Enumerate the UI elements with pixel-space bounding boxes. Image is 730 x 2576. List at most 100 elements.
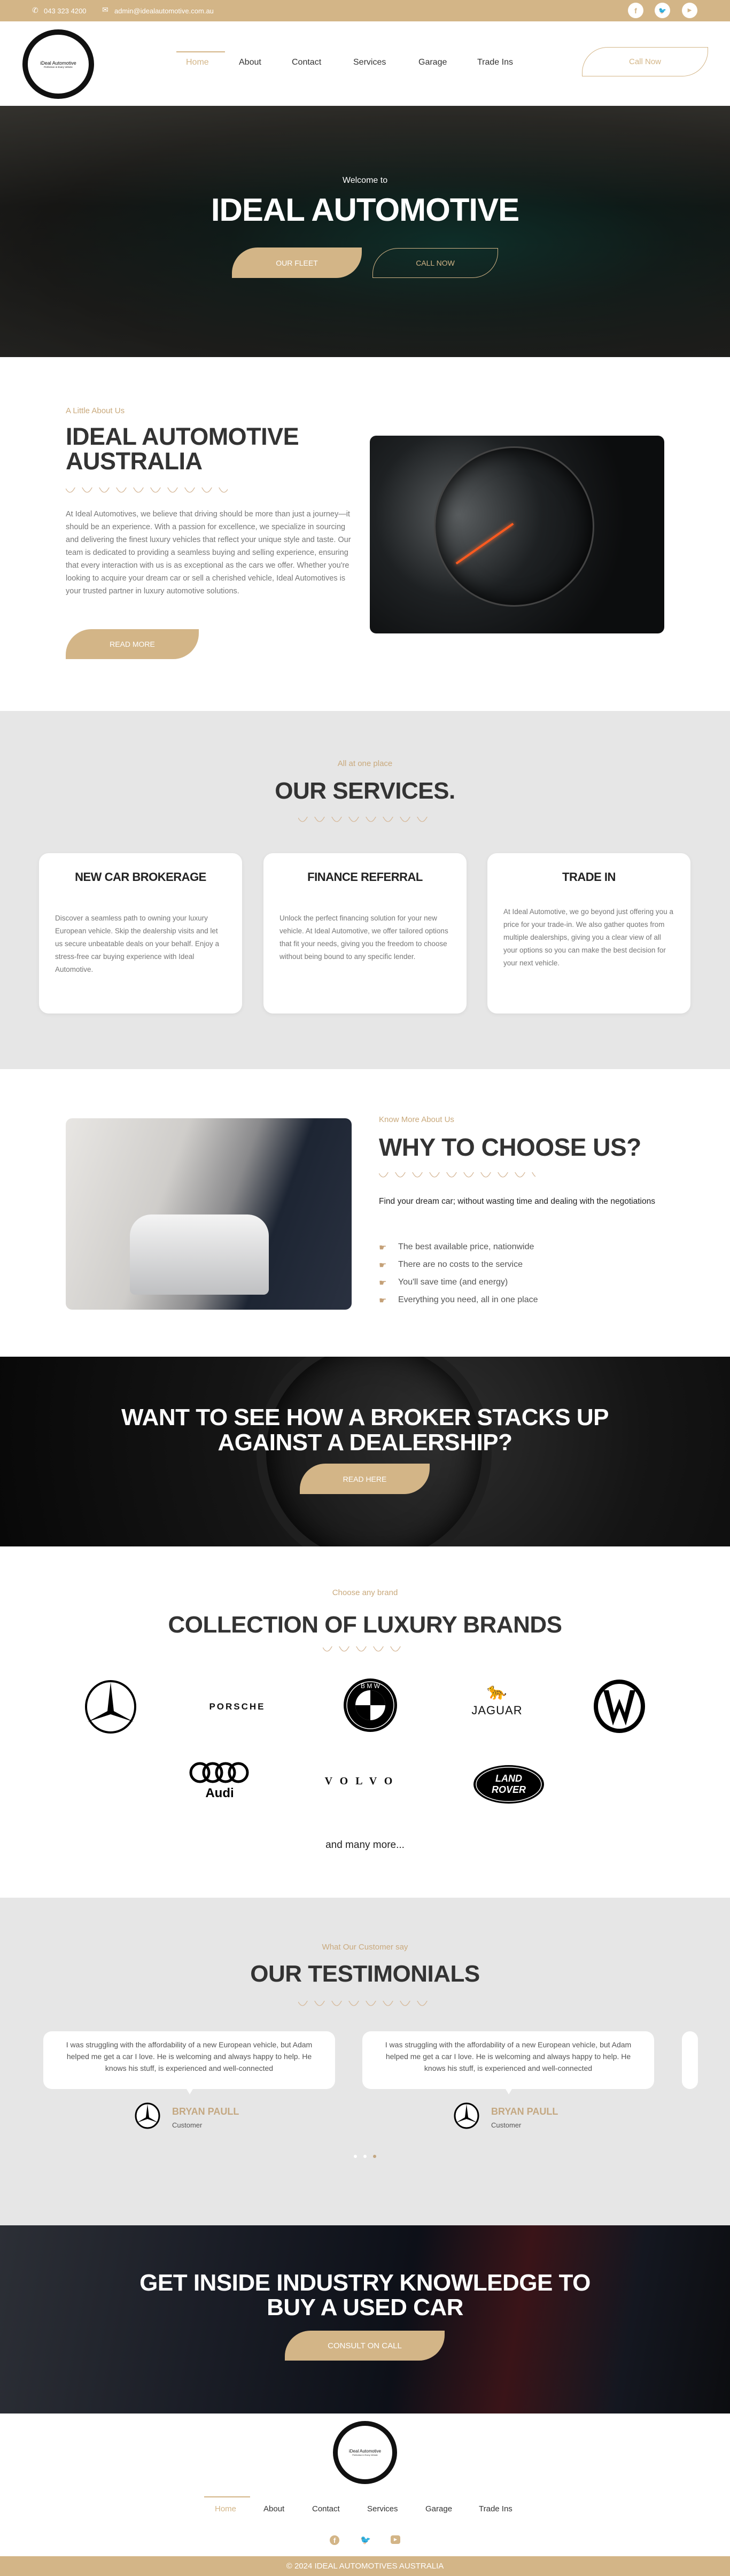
why-section: Know More About Us WHY TO CHOOSE US? Fin…: [0, 1069, 730, 1357]
copyright-bar: © 2024 IDEAL AUTOMOTIVES AUSTRALIA: [0, 2556, 730, 2576]
about-body: At Ideal Automotives, we believe that dr…: [66, 510, 351, 595]
footer-nav-trade-ins[interactable]: Trade Ins: [479, 2504, 512, 2513]
audi-text: Audi: [205, 1786, 234, 1800]
testimonial-text: I was struggling with the affordability …: [385, 2040, 632, 2072]
logo-name: iDeal Automotive: [348, 2449, 382, 2454]
service-text: Discover a seamless path to owning your …: [55, 914, 219, 973]
service-card[interactable]: TRADE IN At Ideal Automotive, we go beyo…: [487, 853, 690, 1014]
speedometer-image: [370, 436, 664, 633]
about-title-line2: AUSTRALIA: [66, 447, 203, 475]
testimonials-title: OUR TESTIMONIALS: [250, 1961, 480, 1987]
facebook-icon[interactable]: f: [330, 2535, 339, 2545]
carousel-dot[interactable]: [354, 2155, 357, 2158]
service-card[interactable]: FINANCE REFERRAL Unlock the perfect fina…: [263, 853, 467, 1014]
testimonial-name: BRYAN PAULL: [172, 2106, 239, 2117]
call-now-hero-button[interactable]: CALL NOW: [372, 248, 498, 278]
jaguar-text: JAGUAR: [471, 1704, 523, 1717]
read-here-button[interactable]: READ HERE: [300, 1464, 430, 1494]
used-car-banner: GET INSIDE INDUSTRY KNOWLEDGE TO BUY A U…: [0, 2225, 730, 2413]
broker-banner: WANT TO SEE HOW A BROKER STACKS UP AGAIN…: [0, 1357, 730, 1546]
carousel-dot[interactable]: [363, 2155, 367, 2158]
facebook-icon[interactable]: f: [628, 3, 643, 18]
volvo-logo[interactable]: VOLVO: [309, 1775, 416, 1788]
handshake-image: [66, 1118, 352, 1310]
phone-link[interactable]: 043 323 4200: [44, 7, 87, 15]
why-label: Know More About Us: [379, 1115, 454, 1124]
youtube-icon[interactable]: ▶: [391, 2535, 400, 2544]
our-fleet-button[interactable]: OUR FLEET: [232, 247, 362, 278]
youtube-icon[interactable]: ▶: [682, 3, 697, 18]
service-title: FINANCE REFERRAL: [307, 870, 423, 884]
volkswagen-logo[interactable]: [592, 1677, 647, 1735]
email-link[interactable]: admin@idealautomotive.com.au: [114, 7, 214, 15]
testimonials-label: What Our Customer say: [322, 1943, 408, 1952]
hero-overlay: [0, 106, 730, 357]
footer: iDeal Automotive Perfection in Every Veh…: [0, 2413, 730, 2556]
land-rover-logo[interactable]: LANDROVER: [472, 1764, 545, 1805]
footer-nav-home[interactable]: Home: [215, 2504, 236, 2513]
why-point: ☛ There are no costs to the service: [379, 1260, 523, 1270]
why-point-text: There are no costs to the service: [398, 1260, 523, 1269]
wave-divider: [298, 2001, 428, 2006]
call-now-button[interactable]: Call Now: [582, 47, 708, 76]
phone-icon: ✆: [32, 6, 38, 14]
about-title: IDEAL AUTOMOTIVE AUSTRALIA: [66, 424, 299, 474]
twitter-icon[interactable]: 🐦: [360, 2535, 371, 2546]
logo[interactable]: iDeal Automotive Perfection in Every Veh…: [22, 29, 94, 99]
footer-nav-contact[interactable]: Contact: [312, 2504, 340, 2513]
nav-garage[interactable]: Garage: [418, 58, 447, 67]
consult-on-call-button[interactable]: CONSULT ON CALL: [285, 2331, 445, 2361]
about-section: A Little About Us IDEAL AUTOMOTIVE AUSTR…: [0, 357, 730, 711]
why-point: ☛ The best available price, nationwide: [379, 1242, 534, 1252]
active-underline: [204, 2496, 250, 2497]
read-more-button[interactable]: READ MORE: [66, 629, 199, 659]
nav-home[interactable]: Home: [186, 58, 209, 67]
hero: Welcome to IDEAL AUTOMOTIVE OUR FLEET CA…: [0, 106, 730, 357]
broker-title-line2: AGAINST A DEALERSHIP?: [218, 1429, 512, 1456]
wave-divider: [323, 1646, 407, 1652]
testimonial-card-partial: [682, 2031, 698, 2089]
nav-trade-ins[interactable]: Trade Ins: [477, 58, 513, 67]
bmw-letters: B M W: [361, 1682, 380, 1690]
wave-divider: [298, 817, 428, 822]
pointing-hand-icon: ☛: [379, 1296, 387, 1305]
testimonial-card: I was struggling with the affordability …: [362, 2031, 654, 2094]
carousel-dots: [354, 2155, 376, 2158]
services-title: OUR SERVICES.: [275, 778, 455, 804]
audi-rings-icon: [189, 1762, 249, 1783]
footer-nav-about[interactable]: About: [263, 2504, 284, 2513]
brands-label: Choose any brand: [332, 1588, 398, 1597]
testimonial-card: I was struggling with the affordability …: [43, 2031, 335, 2094]
broker-title-line1: WANT TO SEE HOW A BROKER STACKS UP: [121, 1404, 609, 1430]
about-title-line1: IDEAL AUTOMOTIVE: [66, 423, 299, 450]
nav-services[interactable]: Services: [353, 58, 386, 67]
testimonial-text: I was struggling with the affordability …: [66, 2040, 313, 2072]
footer-logo[interactable]: iDeal Automotive Perfection in Every Veh…: [333, 2421, 397, 2484]
services-label: All at one place: [337, 759, 393, 768]
logo-tagline: Perfection in Every Vehicle: [352, 2454, 378, 2456]
jaguar-logo[interactable]: 🐆 JAGUAR: [457, 1680, 537, 1718]
copyright-text: © 2024 IDEAL AUTOMOTIVES AUSTRALIA: [286, 2562, 444, 2571]
header: iDeal Automotive Perfection in Every Veh…: [0, 21, 730, 106]
carousel-dot-active[interactable]: [373, 2155, 376, 2158]
nav-about[interactable]: About: [239, 58, 261, 67]
footer-nav-services[interactable]: Services: [367, 2504, 398, 2513]
testimonial-name: BRYAN PAULL: [491, 2106, 558, 2117]
used-title-line1: GET INSIDE INDUSTRY KNOWLEDGE TO: [139, 2270, 591, 2296]
porsche-logo[interactable]: PORSCHE: [195, 1701, 280, 1712]
audi-logo[interactable]: Audi: [188, 1761, 252, 1800]
footer-nav-garage[interactable]: Garage: [425, 2504, 452, 2513]
service-card[interactable]: NEW CAR BROKERAGE Discover a seamless pa…: [39, 853, 242, 1014]
why-title: WHY TO CHOOSE US?: [379, 1133, 641, 1161]
nav-contact[interactable]: Contact: [292, 58, 321, 67]
bmw-logo[interactable]: B M W: [343, 1677, 398, 1733]
gauge-dial: [434, 446, 594, 607]
rover-text: ROVER: [492, 1784, 526, 1795]
mercedes-logo[interactable]: [84, 1679, 137, 1735]
testimonial-role: Customer: [491, 2121, 522, 2129]
twitter-icon[interactable]: 🐦: [655, 3, 670, 18]
wave-divider: [66, 488, 228, 493]
active-underline: [176, 51, 225, 52]
hero-kicker: Welcome to: [342, 176, 388, 185]
logo-tagline: Perfection in Every Vehicle: [44, 65, 73, 68]
